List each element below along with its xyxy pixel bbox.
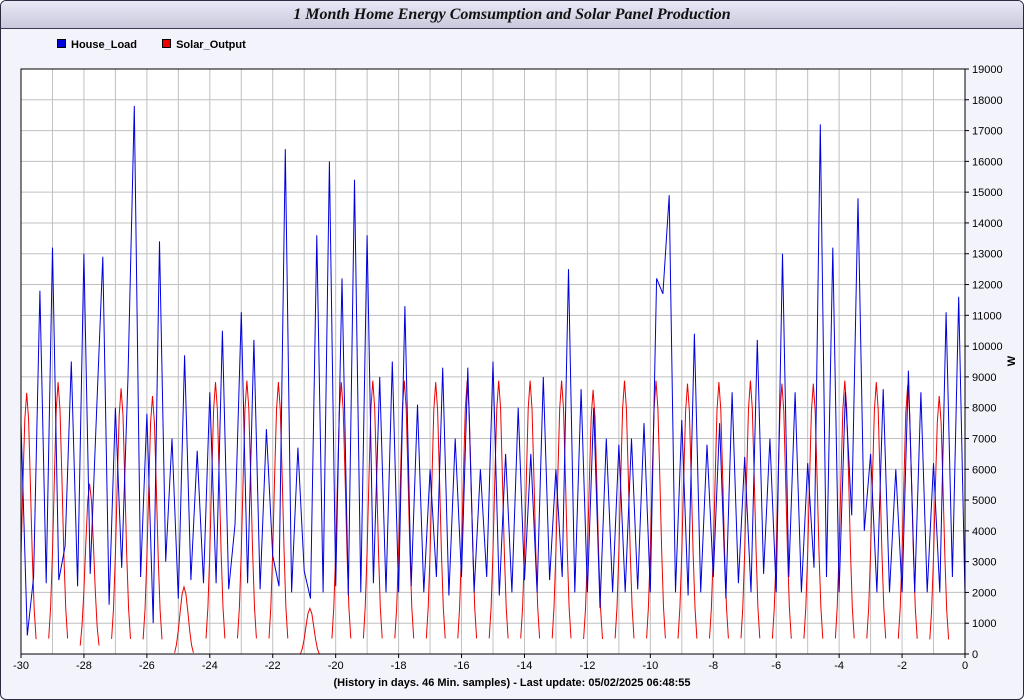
y-tick-label: 3000 — [972, 557, 996, 569]
y-tick-label: 2000 — [972, 587, 996, 599]
x-tick-label: 0 — [962, 660, 968, 672]
x-axis-label: (History in days. 46 Min. samples) - Las… — [333, 677, 691, 689]
y-tick-label: 11000 — [972, 310, 1002, 322]
x-tick-label: -12 — [579, 660, 595, 672]
x-tick-label: -4 — [834, 660, 844, 672]
x-tick-label: -24 — [202, 660, 218, 672]
x-tick-label: -6 — [771, 660, 781, 672]
x-tick-label: -18 — [391, 660, 407, 672]
y-tick-label: 15000 — [972, 187, 1003, 199]
y-tick-label: 10000 — [972, 341, 1003, 353]
x-tick-label: -28 — [76, 660, 92, 672]
y-tick-label: 0 — [972, 649, 978, 661]
y-axis-label: W — [1006, 355, 1018, 366]
y-tick-label: 16000 — [972, 156, 1003, 168]
y-tick-label: 8000 — [972, 403, 996, 415]
x-tick-label: -20 — [328, 660, 344, 672]
x-tick-label: -14 — [517, 660, 533, 672]
x-tick-label: -8 — [708, 660, 718, 672]
y-tick-label: 17000 — [972, 126, 1003, 138]
y-tick-label: 4000 — [972, 526, 996, 538]
y-tick-label: 6000 — [972, 464, 996, 476]
y-tick-label: 18000 — [972, 95, 1003, 107]
y-tick-label: 7000 — [972, 433, 996, 445]
y-tick-label: 14000 — [972, 218, 1003, 230]
chart-window: 1 Month Home Energy Comsumption and Sola… — [0, 0, 1024, 700]
y-tick-label: 19000 — [972, 64, 1003, 76]
x-tick-label: -26 — [139, 660, 155, 672]
x-tick-label: -2 — [897, 660, 907, 672]
x-tick-label: -16 — [454, 660, 470, 672]
y-tick-label: 1000 — [972, 618, 996, 630]
y-tick-label: 13000 — [972, 249, 1003, 261]
x-tick-label: -30 — [13, 660, 29, 672]
y-tick-label: 12000 — [972, 280, 1003, 292]
y-tick-label: 5000 — [972, 495, 996, 507]
x-tick-label: -22 — [265, 660, 281, 672]
x-tick-label: -10 — [642, 660, 658, 672]
plot-svg: -30 -28 -26 -24 -22 -20 -18 -16 -14 -12 -10 -8 -6 -4-… — [13, 64, 1018, 672]
y-tick-label: 9000 — [972, 372, 996, 384]
